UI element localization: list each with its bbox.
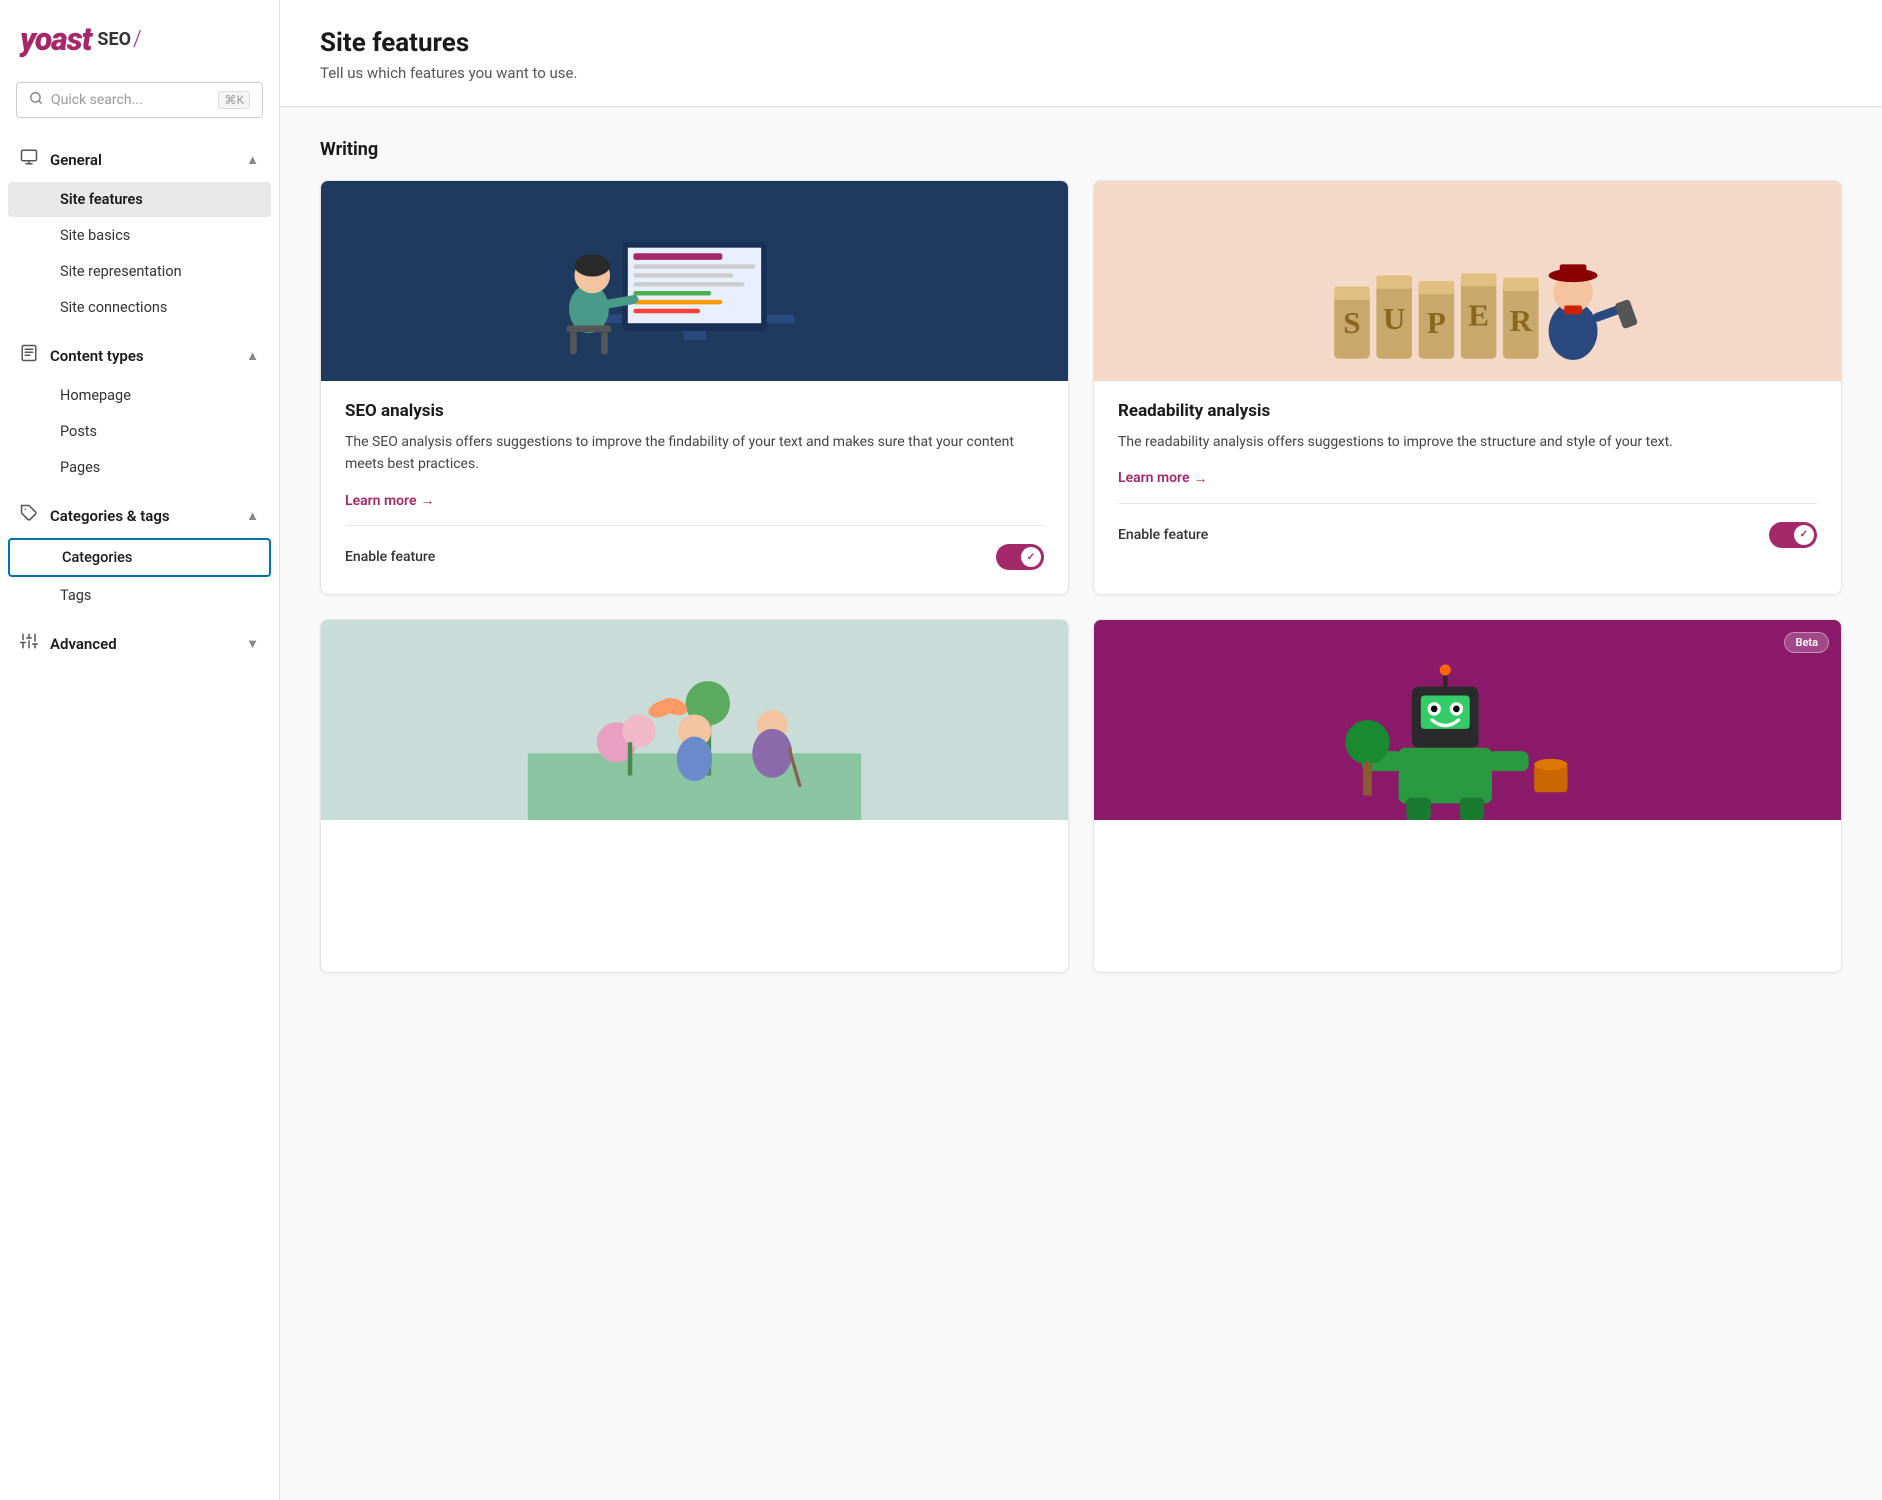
nav-item-pages[interactable]: Pages (8, 450, 271, 485)
logo-yoast: yoast (20, 20, 91, 58)
seo-toggle-knob: ✓ (1021, 547, 1041, 567)
nav-section-header-left-general: General (20, 148, 102, 171)
advanced-section-title: Advanced (50, 635, 117, 653)
page-subtitle: Tell us which features you want to use. (320, 64, 1842, 82)
svg-text:S: S (1343, 305, 1360, 340)
tag-icon (20, 504, 38, 527)
seo-analysis-title: SEO analysis (345, 401, 1044, 421)
nav-item-site-basics[interactable]: Site basics (8, 218, 271, 253)
fourth-card-title (1118, 840, 1817, 864)
readability-toggle-knob: ✓ (1794, 525, 1814, 545)
content-types-nav-items: Homepage Posts Pages (0, 378, 279, 490)
content-area: Writing (280, 107, 1882, 1029)
nav-section-header-left-advanced: Advanced (20, 632, 117, 655)
card-seo-analysis: SEO analysis The SEO analysis offers sug… (320, 180, 1069, 595)
nav-section-advanced: Advanced ▼ (0, 622, 279, 665)
nav-item-site-representation[interactable]: Site representation (8, 254, 271, 289)
nav-item-site-features[interactable]: Site features (8, 182, 271, 217)
readability-learn-more-text: Learn more (1118, 470, 1189, 486)
svg-text:E: E (1468, 297, 1489, 332)
nav-section-header-general[interactable]: General ▲ (0, 138, 279, 181)
nav-section-header-content-types[interactable]: Content types ▲ (0, 334, 279, 377)
seo-learn-more-text: Learn more (345, 493, 416, 509)
content-types-chevron-icon: ▲ (246, 348, 259, 364)
document-icon (20, 344, 38, 367)
beta-badge: Beta (1784, 632, 1829, 653)
page-header: Site features Tell us which features you… (280, 0, 1882, 107)
categories-tags-nav-items: Categories Tags (0, 538, 279, 618)
readability-learn-more[interactable]: Learn more → (1118, 470, 1207, 487)
nav-section-header-left-content-types: Content types (20, 344, 144, 367)
seo-analysis-toggle[interactable]: ✓ (996, 544, 1044, 570)
logo: yoast SEO / (20, 20, 259, 58)
search-box[interactable]: Quick search... ⌘K (16, 82, 263, 118)
nav-item-homepage[interactable]: Homepage (8, 378, 271, 413)
seo-analysis-learn-more[interactable]: Learn more → (345, 492, 434, 509)
monitor-icon (20, 148, 38, 171)
nav-item-site-connections[interactable]: Site connections (8, 290, 271, 325)
svg-text:P: P (1427, 305, 1446, 340)
seo-analysis-card-body: SEO analysis The SEO analysis offers sug… (321, 381, 1068, 594)
third-illustration (321, 620, 1068, 820)
readability-card-body: Readability analysis The readability ana… (1094, 381, 1841, 572)
seo-toggle-check-icon: ✓ (1027, 552, 1035, 563)
cards-grid: SEO analysis The SEO analysis offers sug… (320, 180, 1842, 973)
readability-illustration: S U P E (1094, 181, 1841, 381)
nav-section-header-left-categories-tags: Categories & tags (20, 504, 170, 527)
readability-card-divider (1118, 503, 1817, 504)
content-types-section-title: Content types (50, 347, 144, 365)
readability-learn-more-arrow: → (1193, 470, 1207, 487)
seo-analysis-description: The SEO analysis offers suggestions to i… (345, 431, 1044, 476)
card-fourth-feature: Beta (1093, 619, 1842, 973)
nav-section-general: General ▲ Site features Site basics Site… (0, 138, 279, 330)
third-card-body (321, 820, 1068, 972)
fourth-card-body (1094, 820, 1841, 898)
main-content: Site features Tell us which features you… (280, 0, 1882, 1500)
readability-enable-label: Enable feature (1118, 527, 1208, 543)
nav-section-header-advanced[interactable]: Advanced ▼ (0, 622, 279, 665)
sliders-icon (20, 632, 38, 655)
page-title: Site features (320, 28, 1842, 58)
readability-toggle-check-icon: ✓ (1800, 529, 1808, 540)
sidebar: yoast SEO / Quick search... ⌘K (0, 0, 280, 1500)
nav-item-tags[interactable]: Tags (8, 578, 271, 613)
readability-description: The readability analysis offers suggesti… (1118, 431, 1817, 453)
general-section-title: General (50, 151, 102, 169)
seo-learn-more-arrow: → (420, 492, 434, 509)
seo-enable-row: Enable feature ✓ (345, 544, 1044, 570)
logo-slash: / (133, 27, 142, 52)
writing-section-title: Writing (320, 139, 1842, 160)
search-placeholder-text: Quick search... (51, 92, 210, 108)
third-card-description (345, 874, 1044, 934)
nav-section-header-categories-tags[interactable]: Categories & tags ▲ (0, 494, 279, 537)
general-chevron-icon: ▲ (246, 152, 259, 168)
seo-analysis-illustration (321, 181, 1068, 381)
nav-section-categories-tags: Categories & tags ▲ Categories Tags (0, 494, 279, 618)
svg-text:U: U (1383, 301, 1405, 336)
search-shortcut: ⌘K (218, 91, 250, 109)
seo-card-divider (345, 525, 1044, 526)
general-nav-items: Site features Site basics Site represent… (0, 182, 279, 330)
categories-tags-section-title: Categories & tags (50, 507, 170, 525)
card-readability-analysis: S U P E (1093, 180, 1842, 595)
advanced-chevron-icon: ▼ (246, 636, 259, 652)
nav-item-posts[interactable]: Posts (8, 414, 271, 449)
card-third-feature (320, 619, 1069, 973)
svg-text:R: R (1510, 303, 1533, 338)
nav-section-content-types: Content types ▲ Homepage Posts Pages (0, 334, 279, 490)
logo-seo: SEO (97, 29, 131, 50)
seo-enable-label: Enable feature (345, 549, 435, 565)
fourth-illustration: Beta (1094, 620, 1841, 820)
search-icon (29, 91, 43, 109)
categories-tags-chevron-icon: ▲ (246, 508, 259, 524)
third-card-title (345, 840, 1044, 864)
nav-item-categories[interactable]: Categories (8, 538, 271, 577)
logo-area: yoast SEO / (0, 0, 279, 74)
readability-analysis-toggle[interactable]: ✓ (1769, 522, 1817, 548)
readability-title: Readability analysis (1118, 401, 1817, 421)
readability-enable-row: Enable feature ✓ (1118, 522, 1817, 548)
